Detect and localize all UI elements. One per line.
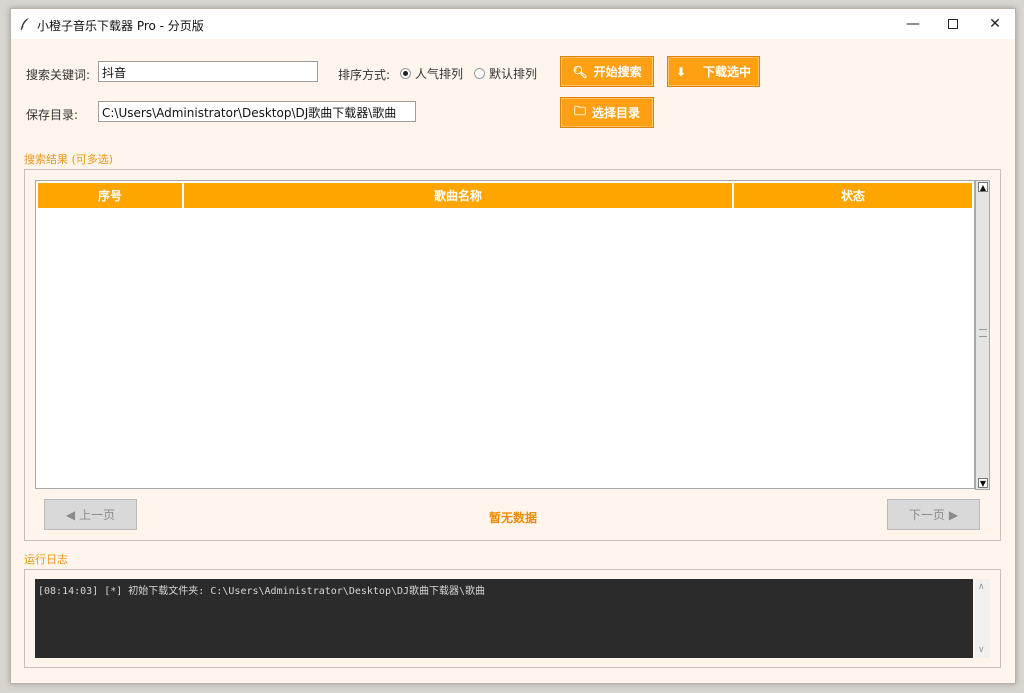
title-bar[interactable]: 小橙子音乐下载器 Pro - 分页版 — ✕ — [11, 9, 1015, 39]
radio-unselected-icon — [474, 68, 485, 79]
search-button-label: 开始搜索 — [593, 65, 642, 79]
keyword-label: 搜索关键词: — [26, 68, 91, 82]
radio-selected-icon — [400, 68, 411, 79]
download-arrow-icon: ⬇ — [676, 64, 687, 79]
sort-popular-label: 人气排列 — [415, 67, 464, 81]
save-dir-input[interactable]: C:\Users\Administrator\Desktop\DJ歌曲下载器\歌… — [98, 101, 416, 122]
download-button[interactable]: ⬇ 下载选中 — [667, 56, 760, 87]
choose-dir-button[interactable]: 🗀︎ 选择目录 — [560, 97, 654, 128]
log-scrollbar[interactable]: ∧ ∨ — [975, 579, 990, 658]
save-dir-label: 保存目录: — [26, 108, 79, 122]
log-scroll-up-icon[interactable]: ∧ — [978, 582, 985, 592]
app-window: 小橙子音乐下载器 Pro - 分页版 — ✕ 搜索关键词: 抖音 排序方式: 人… — [10, 8, 1016, 684]
results-section-title: 搜索结果 (可多选) — [24, 153, 114, 166]
window-title: 小橙子音乐下载器 Pro - 分页版 — [37, 19, 204, 33]
search-icon: 🔍︎ — [572, 64, 588, 79]
next-page-button[interactable]: 下一页 ▶ — [887, 499, 980, 530]
scroll-grip[interactable] — [979, 329, 987, 337]
download-button-label: 下载选中 — [702, 65, 751, 79]
keyword-input[interactable]: 抖音 — [98, 61, 318, 82]
log-section-title: 运行日志 — [24, 553, 68, 566]
table-header: 序号 歌曲名称 状态 — [38, 183, 974, 208]
next-arrow-icon: ▶ — [948, 507, 959, 522]
column-header-status[interactable]: 状态 — [734, 183, 974, 208]
column-header-song-name[interactable]: 歌曲名称 — [184, 183, 734, 208]
sort-default-radio[interactable]: 默认排列 — [474, 65, 537, 82]
prev-page-label: 上一页 — [79, 508, 116, 522]
log-line: [08:14:03] [*] 初始下载文件夹: C:\Users\Adminis… — [38, 586, 486, 597]
results-table[interactable]: 序号 歌曲名称 状态 — [35, 180, 975, 489]
scroll-down-icon[interactable]: ▼ — [978, 478, 988, 488]
results-scrollbar[interactable]: ▲ ▼ — [975, 180, 990, 490]
choose-dir-button-label: 选择目录 — [592, 106, 641, 120]
close-icon: ✕ — [989, 16, 1001, 32]
prev-page-button[interactable]: ◀ 上一页 — [44, 499, 137, 530]
minimize-button[interactable]: — — [891, 9, 935, 39]
maximize-icon — [948, 19, 958, 29]
sort-popular-radio[interactable]: 人气排列 — [400, 65, 463, 82]
column-header-index[interactable]: 序号 — [38, 183, 184, 208]
log-scroll-down-icon[interactable]: ∨ — [978, 645, 985, 655]
search-button[interactable]: 🔍︎ 开始搜索 — [560, 56, 654, 87]
feather-icon — [20, 18, 29, 31]
page-status: 暂无数据 — [489, 511, 538, 525]
minimize-icon: — — [906, 16, 920, 32]
sort-label: 排序方式: — [338, 68, 391, 82]
maximize-button[interactable] — [931, 9, 975, 39]
next-page-label: 下一页 — [908, 508, 945, 522]
close-button[interactable]: ✕ — [973, 9, 1017, 39]
folder-icon: 🗀︎ — [573, 104, 586, 118]
scroll-up-icon[interactable]: ▲ — [978, 182, 988, 192]
log-output[interactable]: [08:14:03] [*] 初始下载文件夹: C:\Users\Adminis… — [35, 579, 973, 658]
sort-default-label: 默认排列 — [489, 67, 538, 81]
prev-arrow-icon: ◀ — [65, 507, 76, 522]
